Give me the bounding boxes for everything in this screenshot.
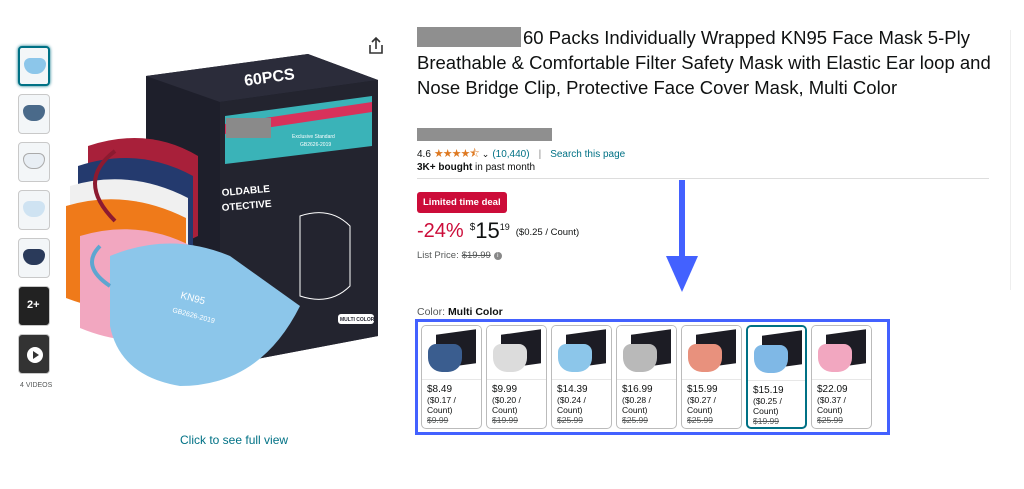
thumbnail-5[interactable] xyxy=(18,238,50,278)
color-label-text: Color: xyxy=(417,306,446,318)
swatch-per-unit: ($0.37 / xyxy=(817,395,846,405)
thumbnail-strip: 2+ 4 VIDEOS xyxy=(18,46,54,389)
swatch-price: $15.99 xyxy=(687,384,718,395)
swatch-per-unit: ($0.24 / xyxy=(557,395,586,405)
box-standard: Exclusive Standard xyxy=(292,134,335,140)
swatch-price: $15.19 xyxy=(753,385,784,396)
chevron-down-icon[interactable]: ⌄ xyxy=(482,149,490,160)
bought-period: in past month xyxy=(472,162,536,173)
rating-count-link[interactable]: (10,440) xyxy=(492,149,529,160)
annotation-arrow-icon xyxy=(666,180,698,292)
swatch-mask-color xyxy=(428,344,462,372)
swatch-per-unit-suffix: Count) xyxy=(817,405,843,415)
color-swatch[interactable]: $8.49 ($0.17 /Count) $9.99 xyxy=(421,325,482,429)
list-price-value: $19.99 xyxy=(461,250,491,261)
bought-in-past-month: 3K+ bought in past month xyxy=(417,162,535,173)
swatch-mask-color xyxy=(818,344,852,372)
scrollbar[interactable] xyxy=(1010,30,1011,290)
thumbnail-video[interactable] xyxy=(18,334,50,374)
swatch-price: $8.49 xyxy=(427,384,453,395)
swatch-image xyxy=(487,326,546,380)
product-title: 60 Packs Individually Wrapped KN95 Face … xyxy=(417,25,997,100)
divider-line xyxy=(417,178,989,179)
swatch-per-unit-suffix: Count) xyxy=(687,405,713,415)
store-link-redacted[interactable] xyxy=(417,128,552,141)
swatch-mask-color xyxy=(688,344,722,372)
swatch-per-unit-suffix: Count) xyxy=(622,405,648,415)
divider: | xyxy=(538,149,542,160)
color-swatch[interactable]: $15.19 ($0.25 /Count) $19.99 xyxy=(746,325,807,429)
list-price-label: List Price: xyxy=(417,250,459,261)
swatch-per-unit: ($0.17 / xyxy=(427,395,456,405)
swatch-per-unit-suffix: Count) xyxy=(492,405,518,415)
thumbnail-1[interactable] xyxy=(18,46,50,86)
thumbnail-2[interactable] xyxy=(18,94,50,134)
swatch-price: $22.09 xyxy=(817,384,848,395)
discount-percent: -24% xyxy=(417,220,464,242)
swatch-price: $16.99 xyxy=(622,384,653,395)
see-full-view-link[interactable]: Click to see full view xyxy=(180,433,288,447)
multi-color-tag: MULTI COLOR xyxy=(340,317,375,323)
color-label: Color: Multi Color xyxy=(417,306,503,318)
swatch-old-price: $25.99 xyxy=(687,415,713,425)
color-swatch[interactable]: $14.39 ($0.24 /Count) $25.99 xyxy=(551,325,612,429)
limited-time-deal-badge: Limited time deal xyxy=(417,192,507,213)
swatch-price: $14.39 xyxy=(557,384,588,395)
swatch-image xyxy=(748,327,805,381)
play-icon xyxy=(27,347,43,363)
swatch-image xyxy=(552,326,611,380)
swatch-per-unit-suffix: Count) xyxy=(427,405,453,415)
swatch-old-price: $19.99 xyxy=(753,416,779,426)
swatch-old-price: $25.99 xyxy=(622,415,648,425)
more-images-badge: 2+ xyxy=(27,299,40,311)
color-swatch-list: $8.49 ($0.17 /Count) $9.99 $9.99 ($0.20 /Cou… xyxy=(415,319,890,435)
swatch-per-unit: ($0.27 / xyxy=(687,395,716,405)
videos-label: 4 VIDEOS xyxy=(20,382,53,389)
list-price: List Price: $19.99 i xyxy=(417,250,502,261)
swatch-price: $9.99 xyxy=(492,384,518,395)
thumbnail-more[interactable]: 2+ xyxy=(18,286,50,326)
swatch-image xyxy=(682,326,741,380)
swatch-old-price: $25.99 xyxy=(817,415,843,425)
share-icon[interactable] xyxy=(366,36,386,56)
color-swatch[interactable]: $22.09 ($0.37 /Count) $25.99 xyxy=(811,325,872,429)
swatch-image xyxy=(812,326,871,380)
swatch-per-unit: ($0.20 / xyxy=(492,395,521,405)
swatch-old-price: $19.99 xyxy=(492,415,518,425)
price-fraction: 19 xyxy=(499,222,510,232)
swatch-mask-color xyxy=(558,344,592,372)
swatch-mask-color xyxy=(754,345,788,373)
bought-count: 3K+ bought xyxy=(417,162,473,173)
thumbnail-4[interactable] xyxy=(18,190,50,230)
brand-redacted xyxy=(417,27,521,47)
main-product-image[interactable]: 60PCS Exclusive Standard GB2626-2019 OLD… xyxy=(60,36,400,396)
selected-color: Multi Color xyxy=(447,306,503,318)
swatch-old-price: $9.99 xyxy=(427,415,449,425)
price-row: -24% $ 15 19 ($0.25 / Count) xyxy=(417,220,579,243)
swatch-per-unit: ($0.25 / xyxy=(753,396,782,406)
swatch-image xyxy=(617,326,676,380)
swatch-image xyxy=(422,326,481,380)
swatch-mask-color xyxy=(493,344,527,372)
swatch-per-unit-suffix: Count) xyxy=(557,405,583,415)
thumbnail-3[interactable] xyxy=(18,142,50,182)
swatch-per-unit: ($0.28 / xyxy=(622,395,651,405)
rating-value: 4.6 xyxy=(417,149,431,160)
search-this-page-link[interactable]: Search this page xyxy=(550,149,625,160)
color-swatch[interactable]: $16.99 ($0.28 /Count) $25.99 xyxy=(616,325,677,429)
color-swatch[interactable]: $9.99 ($0.20 /Count) $19.99 xyxy=(486,325,547,429)
price-whole: 15 xyxy=(475,218,500,243)
color-swatch[interactable]: $15.99 ($0.27 /Count) $25.99 xyxy=(681,325,742,429)
price-per-unit: ($0.25 / Count) xyxy=(515,227,580,238)
swatch-per-unit-suffix: Count) xyxy=(753,406,779,416)
swatch-old-price: $25.99 xyxy=(557,415,583,425)
swatch-mask-color xyxy=(623,344,657,372)
info-icon[interactable]: i xyxy=(493,251,502,260)
box-standard-code: GB2626-2019 xyxy=(300,142,331,148)
